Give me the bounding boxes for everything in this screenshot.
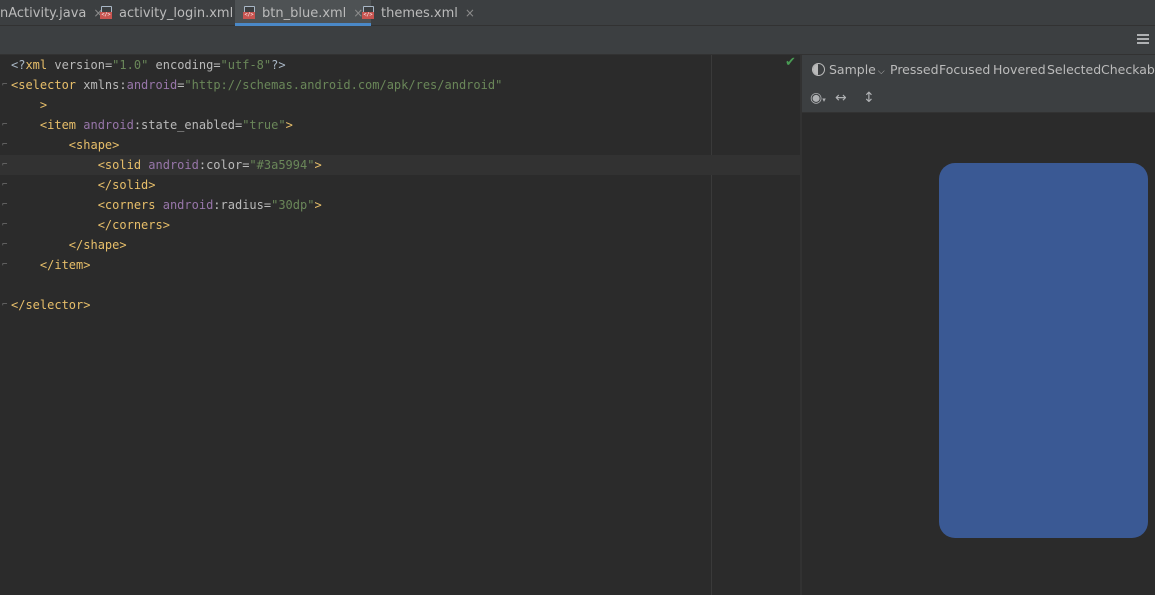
code-token: </selector> (11, 298, 91, 312)
code-token: <item (11, 118, 77, 132)
state-toolbar: Sample ⌵ Pressed Focused Hovered Selected… (802, 55, 1155, 85)
tab-activity-login-xml[interactable]: </> activity_login.xml × (100, 0, 250, 26)
code-token: android (155, 198, 214, 212)
code-line[interactable]: ⌐ <solid android:color="#3a5994"> (0, 155, 800, 175)
code-text: </selector> (11, 295, 90, 315)
code-token: <selector (11, 78, 77, 92)
xml-file-icon: </> (243, 6, 257, 20)
xml-file-icon: </> (100, 6, 114, 20)
tab-label: btn_blue.xml (262, 5, 347, 21)
tab-label: themes.xml (381, 5, 458, 21)
fold-marker-icon[interactable]: ⌐ (2, 140, 10, 150)
code-token: xmlns: (76, 78, 127, 92)
state-pressed[interactable]: Pressed (890, 55, 939, 85)
close-icon[interactable]: × (465, 6, 475, 20)
code-text: </shape> (11, 235, 127, 255)
code-token: <shape> (11, 138, 120, 152)
code-token: > (11, 98, 48, 112)
fold-marker-icon[interactable]: ⌐ (2, 260, 10, 270)
state-sample-dropdown[interactable]: Sample ⌵ (829, 55, 885, 85)
code-text: </corners> (11, 215, 170, 235)
code-text: <shape> (11, 135, 120, 155)
fold-marker-icon[interactable]: ⌐ (2, 220, 10, 230)
shape-preview (939, 163, 1148, 538)
code-token: </solid> (11, 178, 156, 192)
eye-icon[interactable]: ◉▾ (810, 90, 826, 106)
code-token: "#3a5994" (249, 158, 315, 172)
code-token: :radius= (213, 198, 272, 212)
tab-label: nActivity.java (0, 5, 87, 21)
code-token: "30dp" (271, 198, 315, 212)
state-checkable[interactable]: Checkable (1101, 55, 1155, 85)
code-text: <selector xmlns:android="http://schemas.… (11, 75, 502, 95)
fold-marker-icon[interactable]: ⌐ (2, 200, 10, 210)
chevron-down-icon: ⌵ (877, 67, 885, 77)
xml-file-icon: </> (362, 6, 376, 20)
right-margin-guide (711, 55, 712, 595)
code-token: ?> (271, 58, 286, 72)
drawable-preview-pane: Sample ⌵ Pressed Focused Hovered Selected… (802, 55, 1155, 595)
fold-marker-icon[interactable]: ⌐ (2, 240, 10, 250)
code-text: <solid android:color="#3a5994"> (11, 155, 322, 175)
code-token: "utf-8" (220, 58, 272, 72)
code-token: "1.0" (112, 58, 149, 72)
fold-marker-icon[interactable]: ⌐ (2, 120, 10, 130)
tab-mainactivity-java[interactable]: nActivity.java × (0, 0, 103, 26)
horizontal-resize-icon[interactable]: ↔ (835, 90, 847, 106)
state-selected[interactable]: Selected (1047, 55, 1101, 85)
code-token: <corners (11, 198, 156, 212)
code-token: > (285, 118, 293, 132)
code-token: <? (11, 58, 26, 72)
code-text: </solid> (11, 175, 156, 195)
fold-marker-icon[interactable]: ⌐ (2, 180, 10, 190)
check-icon: ✔ (785, 55, 796, 70)
contrast-icon (812, 63, 825, 76)
menu-icon[interactable] (1137, 34, 1149, 46)
code-token: android (76, 118, 134, 132)
editor-tab-bar: nActivity.java × </> activity_login.xml … (0, 0, 1155, 26)
code-text: </item> (11, 255, 91, 275)
tab-btn-blue-xml[interactable]: </> btn_blue.xml × (235, 0, 372, 26)
code-token: android (141, 158, 199, 172)
state-focused[interactable]: Focused (939, 55, 990, 85)
code-token: encoding= (148, 58, 221, 72)
code-token: version= (47, 58, 113, 72)
preview-tools (802, 85, 1155, 113)
code-text: <corners android:radius="30dp"> (11, 195, 322, 215)
state-label: Sample (829, 62, 876, 77)
code-token: > (314, 158, 322, 172)
code-text: <item android:state_enabled="true"> (11, 115, 293, 135)
fold-marker-icon[interactable]: ⌐ (2, 80, 10, 90)
code-token: xml (25, 58, 48, 72)
code-token: :state_enabled= (133, 118, 243, 132)
code-text: <?xml version="1.0" encoding="utf-8"?> (11, 55, 286, 75)
code-token: "true" (242, 118, 286, 132)
tab-label: activity_login.xml (119, 5, 234, 21)
state-hovered[interactable]: Hovered (993, 55, 1046, 85)
editor-subtoolbar (0, 26, 1155, 55)
code-token: </shape> (11, 238, 127, 252)
code-token: <solid (11, 158, 142, 172)
fold-marker-icon[interactable]: ⌐ (2, 300, 10, 310)
fold-marker-icon[interactable]: ⌐ (2, 160, 10, 170)
code-token: </corners> (11, 218, 170, 232)
code-token: "http://schemas.android.com/apk/res/andr… (184, 78, 503, 92)
code-text: > (11, 95, 47, 115)
tab-themes-xml[interactable]: </> themes.xml × (362, 0, 475, 26)
code-token: :color= (198, 158, 250, 172)
code-token: android (126, 78, 178, 92)
code-editor[interactable]: ✔ <?xml version="1.0" encoding="utf-8"?>… (0, 55, 800, 595)
code-token: </item> (11, 258, 91, 272)
code-token: > (314, 198, 322, 212)
vertical-resize-icon[interactable]: ↕ (863, 90, 875, 106)
